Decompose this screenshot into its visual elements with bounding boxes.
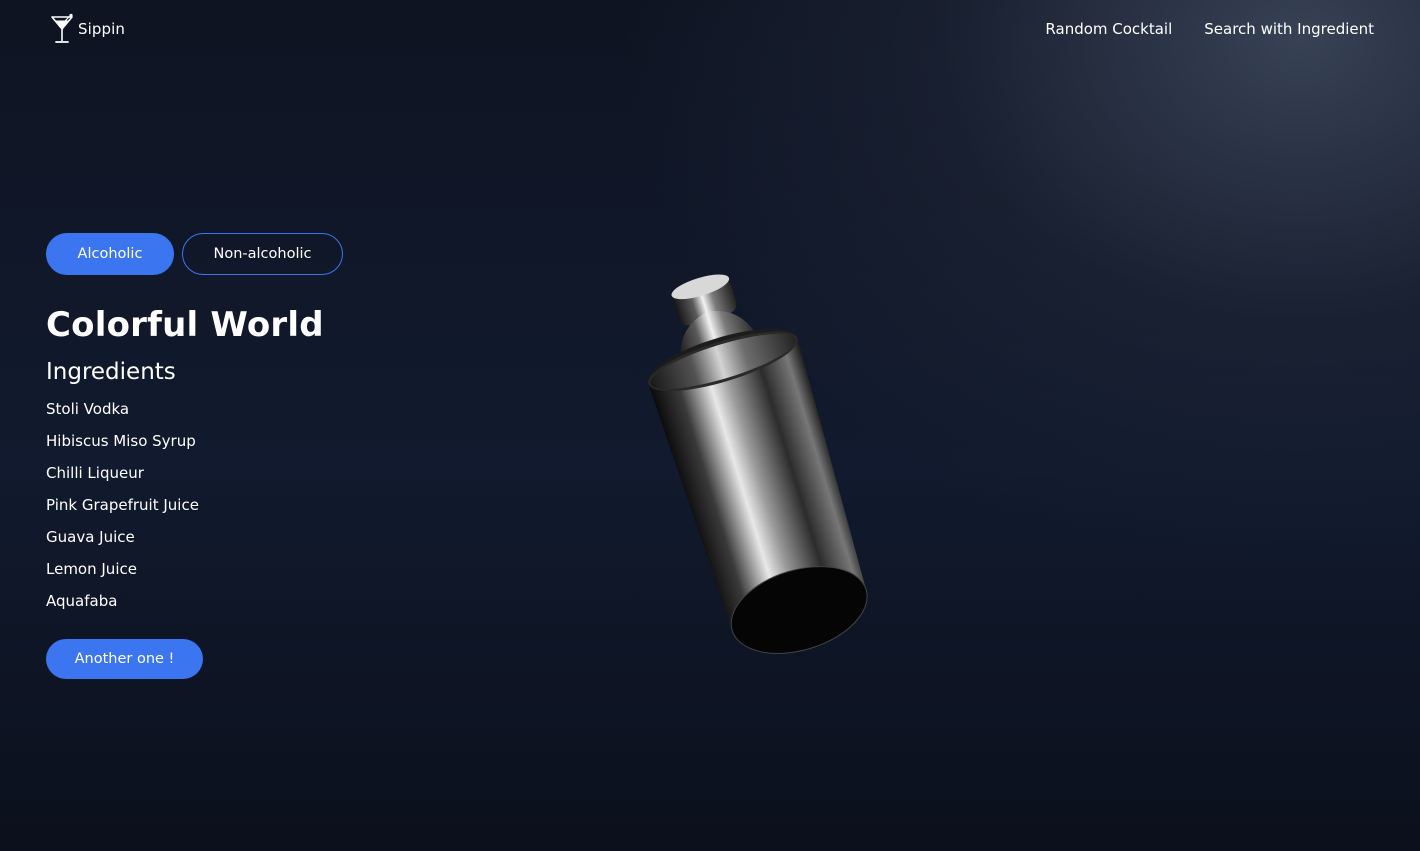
nav-random-cocktail[interactable]: Random Cocktail (1045, 20, 1172, 38)
non-alcoholic-toggle-button[interactable]: Non-alcoholic (182, 233, 343, 275)
ingredient-item: Lemon Juice (46, 560, 137, 578)
ingredient-item: Chilli Liqueur (46, 464, 144, 482)
alcohol-filter-toggle: Alcoholic Non-alcoholic (46, 233, 466, 275)
brand-name: Sippin (78, 20, 126, 38)
cocktail-title: Colorful World (46, 305, 324, 345)
ingredient-item: Guava Juice (46, 528, 135, 546)
alcoholic-toggle-button[interactable]: Alcoholic (46, 233, 174, 275)
nav-links: Random Cocktail Search with Ingredient (1045, 20, 1374, 38)
ingredient-item: Aquafaba (46, 592, 118, 610)
ingredients-heading: Ingredients (46, 359, 176, 385)
ingredient-item: Pink Grapefruit Juice (46, 496, 199, 514)
ingredient-item: Hibiscus Miso Syrup (46, 432, 196, 450)
cocktail-panel: Alcoholic Non-alcoholic Colorful World I… (46, 233, 466, 679)
navbar: Sippin Random Cocktail Search with Ingre… (0, 0, 1420, 60)
brand[interactable]: Sippin (50, 13, 125, 45)
ingredient-list: Stoli Vodka Hibiscus Miso Syrup Chilli L… (46, 393, 466, 617)
cocktail-shaker-image (620, 260, 920, 660)
nav-search-with-ingredient[interactable]: Search with Ingredient (1204, 20, 1374, 38)
ingredient-item: Stoli Vodka (46, 400, 130, 418)
another-one-button[interactable]: Another one ! (46, 639, 203, 679)
cocktail-glass-icon (50, 13, 74, 45)
